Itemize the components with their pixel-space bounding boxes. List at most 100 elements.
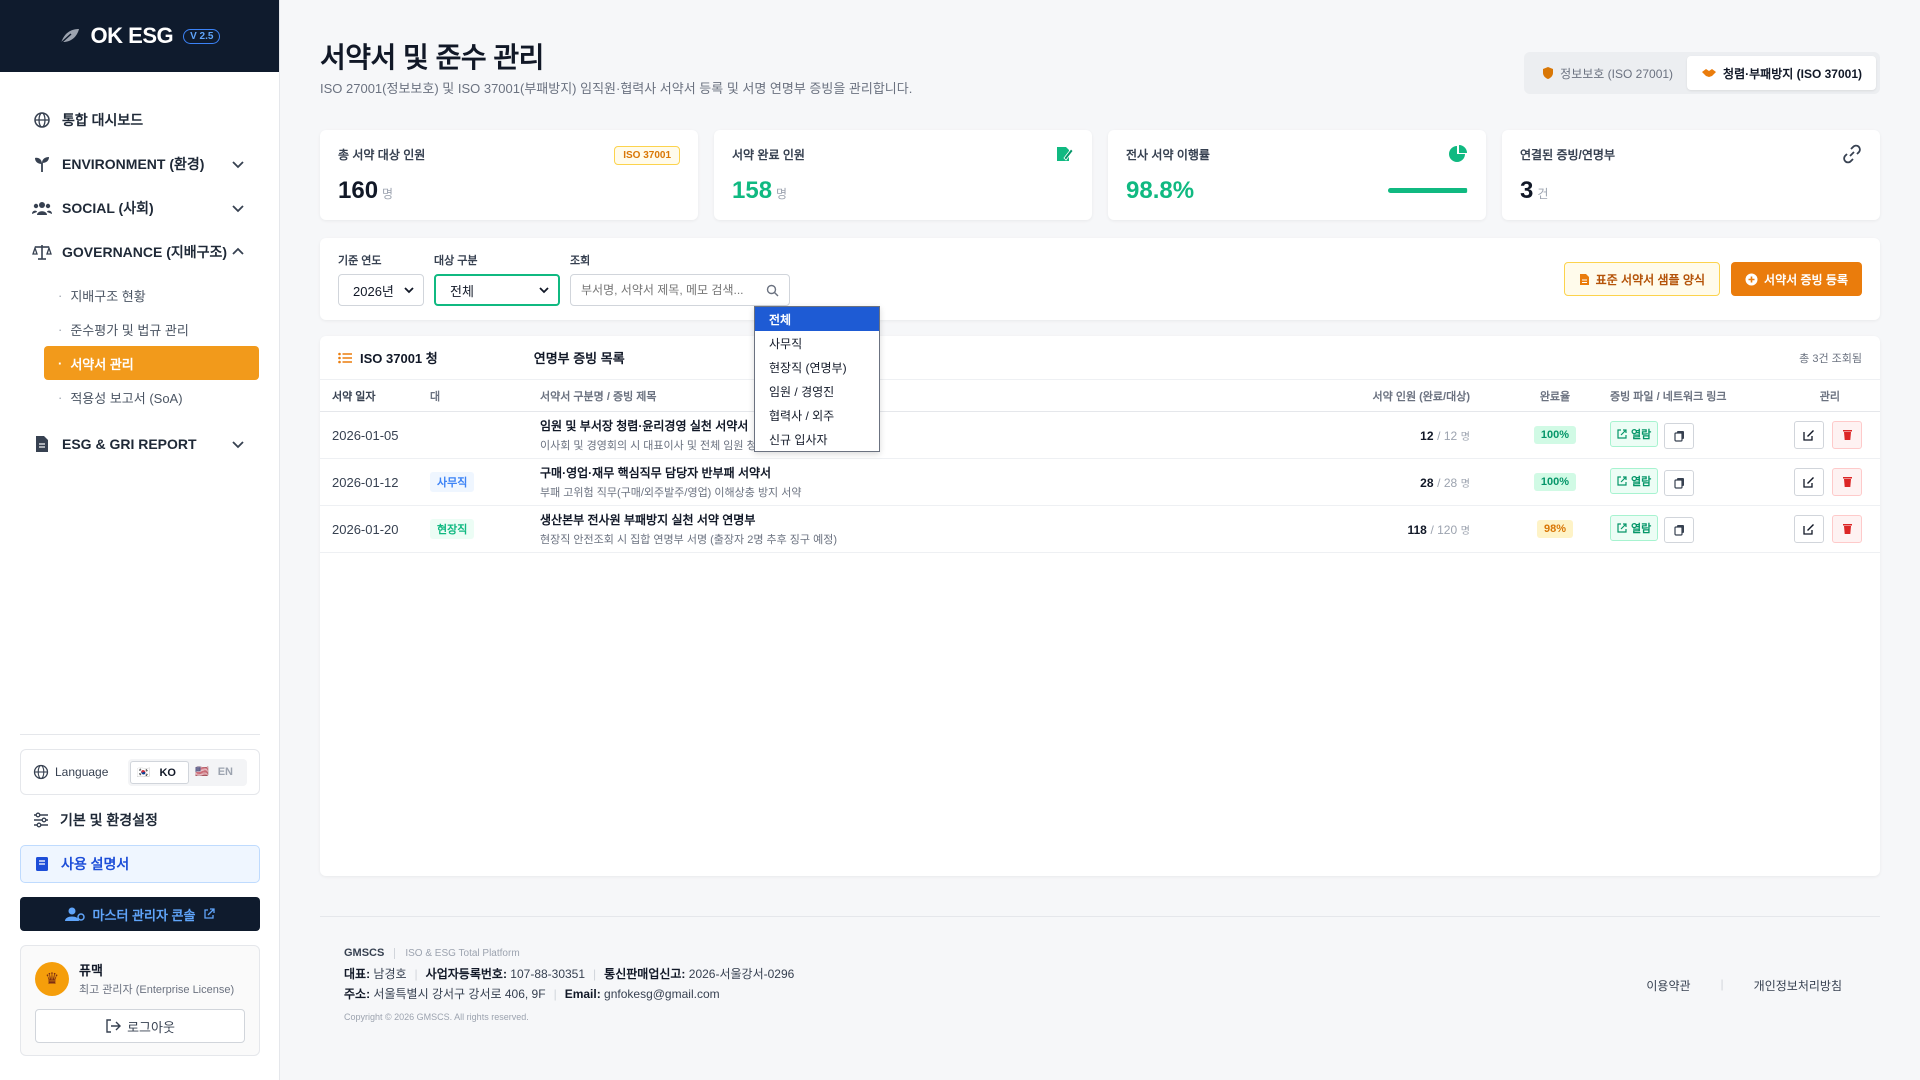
target-filter: 대상 구분 전체 (434, 252, 560, 306)
dropdown-option[interactable]: 협력사 / 외주 (755, 403, 879, 427)
footer-copyright: Copyright © 2026 GMSCS. All rights reser… (344, 1012, 529, 1022)
dropdown-option[interactable]: 임원 / 경영진 (755, 379, 879, 403)
row-type: 현장직 (430, 519, 540, 539)
shield-icon (1543, 67, 1554, 79)
table-row[interactable]: 2026-01-12 사무직 구매·영업·재무 핵심직무 담당자 반부패 서약서… (320, 459, 1880, 506)
main-nav: 통합 대시보드 ENVIRONMENT (환경) SOCIAL (사회) GOV… (0, 72, 279, 466)
row-date: 2026-01-05 (332, 427, 399, 443)
stat-label: 서약 완료 인원 (732, 148, 805, 162)
edit-button[interactable] (1794, 468, 1824, 496)
table-row[interactable]: 2026-01-20 현장직 생산본부 전사원 부패방지 실천 서약 연명부 현… (320, 506, 1880, 553)
row-title-cell: 임원 및 부서장 청렴·윤리경영 실천 서약서 이사회 및 경영회의 시 대표이… (540, 417, 1300, 453)
nav-governance[interactable]: GOVERNANCE (지배구조) (0, 230, 279, 274)
nav-governance-label: GOVERNANCE (지배구조) (62, 244, 228, 260)
nav-social[interactable]: SOCIAL (사회) (0, 186, 279, 230)
scale-icon (32, 242, 52, 262)
delete-button[interactable] (1832, 421, 1862, 449)
footer: GMSCS ISO & ESG Total Platform 대표: 남경호 | 사… (320, 916, 1880, 1022)
page-subtitle: ISO 27001(정보보호) 및 ISO 37001(부패방지) 임직원·협력… (320, 81, 913, 96)
nav-dashboard[interactable]: 통합 대시보드 (0, 98, 279, 142)
copy-icon (1674, 477, 1684, 489)
rate-badge: 100% (1533, 473, 1577, 491)
brand-header[interactable]: OK ESG V 2.5 (0, 0, 279, 72)
delete-button[interactable] (1832, 468, 1862, 496)
filter-bar: 기준 연도 2026년 대상 구분 전체 조회 표준 서약서 샘플 양식 (320, 238, 1880, 320)
search-filter: 조회 (570, 252, 790, 306)
edit-button[interactable] (1794, 421, 1824, 449)
row-title: 구매·영업·재무 핵심직무 담당자 반부패 서약서 (540, 466, 772, 480)
nav-environment-label: ENVIRONMENT (환경) (62, 156, 205, 172)
target-value: 전체 (450, 283, 474, 299)
tab-iso37001[interactable]: 청렴·부패방지 (ISO 37001) (1687, 56, 1876, 90)
stat-value: 160 명 (338, 177, 394, 204)
standard-tabs: 정보보호 (ISO 27001) 청렴·부패방지 (ISO 37001) (1524, 52, 1880, 94)
col-title: 서약서 구분명 / 증빙 제목 (540, 390, 657, 403)
list-icon (338, 352, 352, 363)
nav-dashboard-label: 통합 대시보드 (62, 112, 144, 128)
sub-pledge-management-label: 서약서 관리 (70, 356, 134, 372)
dropdown-option[interactable]: 사무직 (755, 331, 879, 355)
completion-progress-bar (1388, 188, 1468, 193)
edit-icon (1803, 430, 1814, 441)
col-rate: 완료율 (1539, 390, 1571, 403)
lang-ko-button[interactable]: 🇰🇷 KO (129, 760, 189, 784)
row-rate: 100% (1500, 473, 1610, 491)
sub-pledge-management[interactable]: · 서약서 관리 (44, 346, 259, 380)
sub-governance-status-label: 지배구조 현황 (70, 288, 146, 304)
edit-button[interactable] (1794, 515, 1824, 543)
book-icon (36, 857, 48, 871)
settings-link[interactable]: 기본 및 환경설정 (20, 801, 260, 839)
file-icon (1579, 273, 1589, 285)
stat-cards: 총 서약 대상 인원 ISO 37001 160 명 서약 완료 인원 158 명 … (320, 130, 1880, 220)
footer-slogan: ISO & ESG Total Platform (394, 947, 520, 959)
sub-soa[interactable]: · 적용성 보고서 (SoA) (44, 380, 259, 414)
table-row[interactable]: 2026-01-05 임원 및 부서장 청렴·윤리경영 실천 서약서 이사회 및… (320, 412, 1880, 459)
delete-button[interactable] (1832, 515, 1862, 543)
terms-link[interactable]: 이용약관 (1646, 977, 1690, 994)
copy-link-button[interactable] (1664, 516, 1695, 543)
row-people: 118 / 120 명 (1407, 522, 1470, 537)
logout-icon (106, 1019, 122, 1033)
dropdown-option[interactable]: 현장직 (연명부) (755, 355, 879, 379)
language-toggle: 🇰🇷 KO 🇺🇸 EN (127, 758, 247, 786)
link-icon (1843, 144, 1861, 164)
row-desc: 현장직 안전조회 시 집합 연명부 서명 (출장자 2명 추후 징구 예정) (540, 534, 838, 546)
search-input[interactable] (581, 283, 766, 297)
view-file-button[interactable]: 열람 (1610, 515, 1659, 542)
tab-iso27001[interactable]: 정보보호 (ISO 27001) (1528, 56, 1687, 90)
type-badge: 현장직 (430, 519, 475, 539)
nav-environment[interactable]: ENVIRONMENT (환경) (0, 142, 279, 186)
manual-link[interactable]: 사용 설명서 (20, 845, 260, 883)
sub-governance-status[interactable]: · 지배구조 현황 (44, 278, 259, 312)
year-select[interactable]: 2026년 (338, 274, 424, 306)
nav-report[interactable]: ESG & GRI REPORT (0, 422, 279, 466)
master-console-button[interactable]: 마스터 관리자 콘솔 (20, 897, 260, 931)
copy-link-button[interactable] (1664, 422, 1695, 449)
target-dropdown-list: 전체 사무직 현장직 (연명부) 임원 / 경영진 협력사 / 외주 신규 입사… (754, 306, 880, 452)
table-count: 총 3건 조회됨 (1799, 352, 1862, 365)
register-evidence-button[interactable]: 서약서 증빙 등록 (1731, 262, 1862, 296)
dropdown-option[interactable]: 전체 (755, 307, 879, 331)
row-file: 열람 (1610, 421, 1740, 449)
view-file-button[interactable]: 열람 (1610, 421, 1659, 448)
copy-icon (1674, 430, 1684, 442)
privacy-link[interactable]: 개인정보처리방침 (1754, 977, 1842, 994)
table-header-bar: ISO 37001 청 연명부 증빙 목록 총 3건 조회됨 (320, 336, 1880, 380)
user-cog-icon (64, 907, 85, 921)
chevron-down-icon (232, 205, 244, 213)
copy-link-button[interactable] (1664, 469, 1695, 496)
tab-iso27001-label: 정보보호 (ISO 27001) (1560, 66, 1674, 81)
dropdown-option[interactable]: 신규 입사자 (755, 427, 879, 451)
row-title: 생산본부 전사원 부패방지 실천 서약 연명부 (540, 513, 756, 527)
user-card: ♛ 퓨맥 최고 관리자 (Enterprise License) 로그아웃 (20, 945, 260, 1056)
settings-label: 기본 및 환경설정 (60, 812, 158, 828)
table-column-headers: 서약 일자 대 서약서 구분명 / 증빙 제목 서약 인원 (완료/대상) 완료… (320, 380, 1880, 412)
leaf-logo-icon (60, 29, 79, 44)
target-select[interactable]: 전체 (434, 274, 560, 306)
sub-compliance[interactable]: · 준수평가 및 법규 관리 (44, 312, 259, 346)
sample-template-button[interactable]: 표준 서약서 샘플 양식 (1563, 262, 1720, 296)
view-file-button[interactable]: 열람 (1610, 468, 1659, 495)
logout-button[interactable]: 로그아웃 (35, 1009, 245, 1043)
iso-badge: ISO 37001 (614, 146, 680, 165)
lang-en-button[interactable]: 🇺🇸 EN (189, 761, 245, 784)
